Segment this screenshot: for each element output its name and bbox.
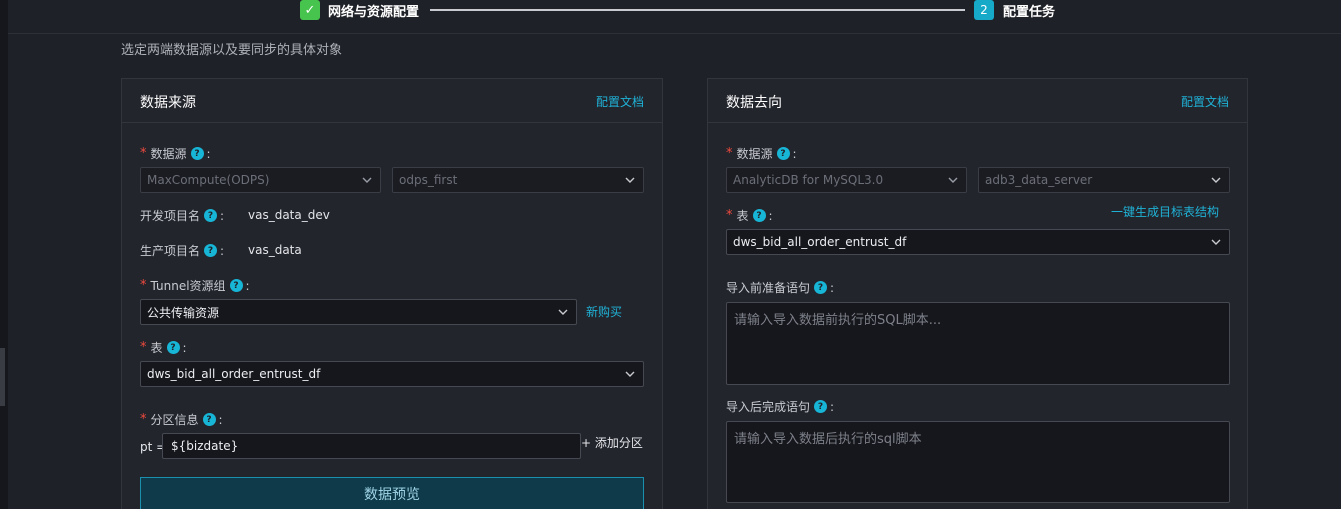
target-table-value: dws_bid_all_order_entrust_df — [733, 235, 907, 249]
partition-input-value: ${bizdate} — [171, 439, 239, 453]
pre-sql-textarea[interactable]: 请输入导入数据前执行的SQL脚本... — [726, 302, 1230, 385]
sidebar-scroll-marker — [0, 348, 5, 406]
question-circle-icon[interactable]: ? — [204, 209, 218, 222]
source-datasource-type-value: MaxCompute(ODPS) — [147, 173, 270, 187]
source-table-label: * 表 ?: — [140, 340, 187, 355]
chevron-down-icon — [362, 177, 372, 183]
tunnel-select[interactable]: 公共传输资源 — [140, 299, 577, 325]
chevron-down-icon — [558, 309, 568, 315]
step-2-label[interactable]: 配置任务 — [1003, 1, 1055, 20]
prod-project-label: 生产项目名 ?: — [140, 243, 225, 259]
target-table-label: * 表 ?: — [726, 208, 773, 223]
target-datasource-name-value: adb3_data_server — [985, 173, 1093, 187]
post-sql-label-text: 导入后完成语句 — [726, 400, 811, 414]
tunnel-value: 公共传输资源 — [147, 305, 220, 320]
required-asterisk: * — [140, 278, 147, 293]
data-preview-button[interactable]: 数据预览 — [140, 477, 644, 509]
question-circle-icon[interactable]: ? — [204, 244, 218, 257]
source-datasource-label: * 数据源 ?: — [140, 146, 211, 161]
add-partition-button[interactable]: + 添加分区 — [581, 434, 643, 451]
target-datasource-label: * 数据源 ?: — [726, 146, 797, 161]
target-doc-link[interactable]: 配置文档 — [1181, 93, 1229, 110]
question-circle-icon[interactable]: ? — [202, 413, 216, 426]
target-panel-title: 数据去向 — [726, 95, 782, 111]
target-datasource-type-value: AnalyticDB for MySQL3.0 — [733, 173, 884, 187]
tunnel-label-text: Tunnel资源组 — [150, 279, 226, 293]
target-panel: 数据去向 配置文档 * 数据源 ?: AnalyticDB for MySQL3… — [707, 78, 1248, 509]
question-circle-icon[interactable]: ? — [814, 400, 828, 413]
source-table-value: dws_bid_all_order_entrust_df — [147, 367, 321, 381]
required-asterisk: * — [726, 208, 733, 223]
required-asterisk: * — [726, 146, 733, 161]
question-circle-icon[interactable]: ? — [776, 147, 790, 160]
source-datasource-label-text: 数据源 — [150, 147, 187, 161]
question-circle-icon[interactable]: ? — [814, 281, 828, 294]
source-datasource-type-select[interactable]: MaxCompute(ODPS) — [140, 167, 381, 193]
target-datasource-name-select[interactable]: adb3_data_server — [978, 167, 1230, 193]
stepper: ✓ 网络与资源配置 2 配置任务 — [8, 0, 1341, 34]
step-connector-line — [430, 9, 965, 11]
partition-label-text: 分区信息 — [150, 413, 199, 427]
question-circle-icon[interactable]: ? — [190, 147, 204, 160]
source-datasource-name-value: odps_first — [399, 173, 458, 187]
target-table-select[interactable]: dws_bid_all_order_entrust_df — [726, 229, 1230, 255]
source-doc-link[interactable]: 配置文档 — [596, 93, 644, 110]
prod-project-label-text: 生产项目名 — [140, 244, 201, 258]
check-icon: ✓ — [300, 0, 320, 20]
required-asterisk: * — [140, 340, 147, 355]
prod-project-value: vas_data — [248, 243, 302, 257]
pre-sql-placeholder: 请输入导入数据前执行的SQL脚本... — [734, 313, 942, 328]
dev-project-label: 开发项目名 ?: — [140, 208, 225, 224]
dev-project-label-text: 开发项目名 — [140, 209, 201, 223]
question-circle-icon[interactable]: ? — [166, 341, 180, 354]
required-asterisk: * — [140, 412, 147, 427]
source-panel: 数据来源 配置文档 * 数据源 ?: MaxCompute(ODPS) odps… — [121, 78, 663, 509]
target-datasource-type-select[interactable]: AnalyticDB for MySQL3.0 — [726, 167, 967, 193]
partition-input[interactable]: ${bizdate} — [162, 433, 581, 459]
pre-sql-label: 导入前准备语句 ?: — [726, 280, 835, 296]
source-panel-title: 数据来源 — [140, 95, 196, 111]
chevron-down-icon — [1211, 177, 1221, 183]
source-datasource-name-select[interactable]: odps_first — [392, 167, 644, 193]
tunnel-label: * Tunnel资源组 ?: — [140, 278, 250, 293]
generate-target-table-link[interactable]: 一键生成目标表结构 — [1111, 203, 1219, 220]
chevron-down-icon — [625, 177, 635, 183]
dev-project-value: vas_data_dev — [248, 208, 330, 222]
section-subtitle: 选定两端数据源以及要同步的具体对象 — [121, 43, 343, 58]
left-sidebar-strip — [0, 0, 8, 509]
source-panel-header: 数据来源 配置文档 — [122, 79, 662, 123]
question-circle-icon[interactable]: ? — [229, 279, 243, 292]
step-2-number: 2 — [974, 0, 994, 20]
source-table-label-text: 表 — [150, 341, 163, 355]
chevron-down-icon — [1211, 239, 1221, 245]
chevron-down-icon — [948, 177, 958, 183]
tunnel-buy-link[interactable]: 新购买 — [586, 303, 622, 320]
pre-sql-label-text: 导入前准备语句 — [726, 281, 811, 295]
chevron-down-icon — [625, 371, 635, 377]
source-table-select[interactable]: dws_bid_all_order_entrust_df — [140, 361, 644, 387]
post-sql-textarea[interactable]: 请输入导入数据后执行的sql脚本 — [726, 421, 1230, 503]
post-sql-label: 导入后完成语句 ?: — [726, 399, 835, 415]
step-1-label[interactable]: 网络与资源配置 — [328, 1, 419, 20]
post-sql-placeholder: 请输入导入数据后执行的sql脚本 — [734, 432, 922, 447]
target-panel-header: 数据去向 配置文档 — [708, 79, 1247, 123]
required-asterisk: * — [140, 146, 147, 161]
target-datasource-label-text: 数据源 — [736, 147, 773, 161]
question-circle-icon[interactable]: ? — [752, 209, 766, 222]
partition-label: * 分区信息 ?: — [140, 412, 223, 427]
target-table-label-text: 表 — [736, 209, 749, 223]
